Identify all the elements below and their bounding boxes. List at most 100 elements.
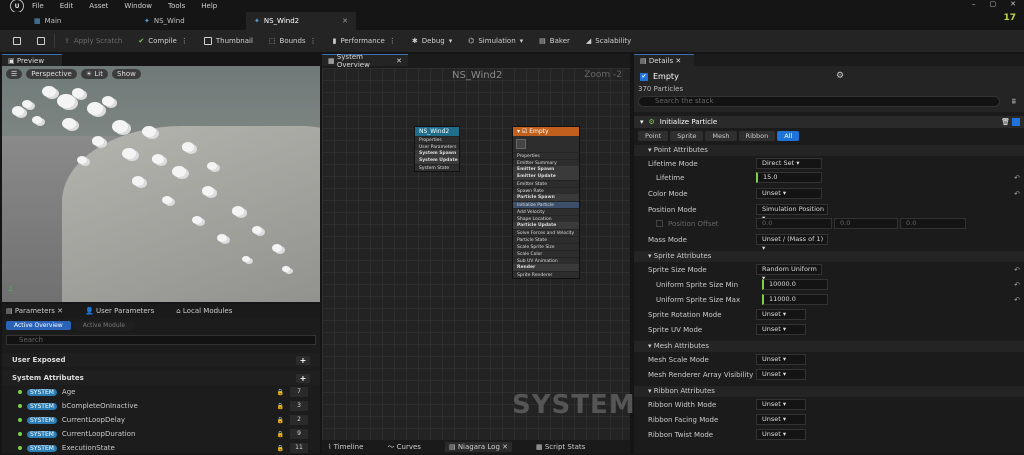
node-row[interactable]: Render <box>513 264 579 271</box>
node-row[interactable]: User Parameters <box>415 143 459 150</box>
preview-viewport[interactable]: ☰ Perspective ☀ Lit Show ⟂ <box>2 66 320 302</box>
table-row[interactable]: SYSTEM bCompleteOnInactive 🔒 3 <box>2 399 320 413</box>
offset-y-input[interactable]: 0.0 <box>834 218 898 229</box>
reset-icon[interactable]: ↶ <box>1014 296 1020 304</box>
position-offset-checkbox[interactable] <box>656 220 663 227</box>
offset-z-input[interactable]: 0.0 <box>900 218 966 229</box>
thumbnail-button[interactable]: Thumbnail <box>197 33 260 49</box>
offset-x-input[interactable]: 0.0 <box>756 218 832 229</box>
table-row[interactable]: SYSTEM ExecutionState 🔒 11 <box>2 441 320 455</box>
mesh-visibility-dropdown[interactable]: Unset ▾ <box>756 369 806 380</box>
initialize-particle-header[interactable]: ▾ ⚙ Initialize Particle 🗑 <box>634 116 1024 128</box>
baker-button[interactable]: ▤ Baker <box>532 33 577 49</box>
position-mode-dropdown[interactable]: Simulation Position ▾ <box>756 204 828 222</box>
ribbon-twist-dropdown[interactable]: Unset ▾ <box>756 429 806 440</box>
apply-scratch-button[interactable]: ⇪ Apply Scratch <box>57 33 129 49</box>
node-row[interactable]: Add Velocity <box>513 208 579 215</box>
parameter-value[interactable]: 3 <box>290 401 308 411</box>
tab-timeline[interactable]: ⌇ Timeline <box>328 443 363 451</box>
tab-parameters[interactable]: ▤ Parameters ✕ <box>6 307 63 315</box>
filter-all[interactable]: All <box>777 131 800 141</box>
color-mode-dropdown[interactable]: Unset ▾ <box>756 188 822 199</box>
node-row[interactable]: Particle State <box>513 236 579 243</box>
system-attributes-section[interactable]: System Attributes + <box>2 371 320 385</box>
ribbon-width-dropdown[interactable]: Unset ▾ <box>756 399 806 410</box>
mesh-attributes-section[interactable]: ▾ Mesh Attributes <box>634 341 1024 352</box>
node-row[interactable]: Emitter Spawn <box>513 166 579 173</box>
reset-icon[interactable]: ↶ <box>1014 266 1020 274</box>
tab-main[interactable]: ▦ Main <box>26 12 136 30</box>
node-row[interactable]: Spawn Rate <box>513 187 579 194</box>
menu-window[interactable]: Window <box>124 2 152 10</box>
node-row[interactable]: Properties <box>513 152 579 159</box>
node-row[interactable]: Particle Spawn <box>513 194 579 201</box>
node-row[interactable]: Emitter Summary <box>513 159 579 166</box>
node-row[interactable]: System Spawn <box>415 150 459 157</box>
maximize-icon[interactable]: ▢ <box>990 0 997 8</box>
system-overview-tab[interactable]: ▦ System Overview ✕ <box>322 53 408 69</box>
more-icon[interactable]: ⋮ <box>310 37 317 45</box>
node-row[interactable]: Initialize Particle <box>513 201 579 208</box>
filter-sprite[interactable]: Sprite <box>670 131 704 141</box>
scalability-button[interactable]: ◢ Scalability <box>579 33 638 49</box>
filter-icon[interactable]: ⩩ <box>1012 97 1016 107</box>
node-row[interactable]: Sub UV Animation <box>513 257 579 264</box>
more-icon[interactable]: ⋮ <box>181 37 188 45</box>
table-row[interactable]: SYSTEM CurrentLoopDelay 🔒 2 <box>2 413 320 427</box>
active-module-button[interactable]: Active Module <box>74 321 134 330</box>
sprite-rotation-dropdown[interactable]: Unset ▾ <box>756 309 806 320</box>
graph-canvas[interactable] <box>322 68 630 440</box>
close-icon[interactable]: ✕ <box>1010 0 1016 8</box>
close-icon[interactable]: ✕ <box>57 307 63 315</box>
ribbon-facing-dropdown[interactable]: Unset ▾ <box>756 414 806 425</box>
filter-point[interactable]: Point <box>638 131 669 141</box>
close-icon[interactable]: ✕ <box>396 57 402 65</box>
tab-user-parameters[interactable]: 👤 User Parameters <box>85 307 154 315</box>
mesh-scale-dropdown[interactable]: Unset ▾ <box>756 354 806 365</box>
sprite-uv-dropdown[interactable]: Unset ▾ <box>756 324 806 335</box>
system-node[interactable]: NS_Wind2 Properties User Parameters System… <box>414 126 460 172</box>
ribbon-attributes-section[interactable]: ▾ Ribbon Attributes <box>634 386 1024 397</box>
more-icon[interactable]: ⋮ <box>389 37 396 45</box>
bounds-button[interactable]: ⬚ Bounds ⋮ <box>262 33 324 49</box>
reset-icon[interactable]: ↶ <box>1014 190 1020 198</box>
node-row[interactable]: System State <box>415 164 459 171</box>
emitter-node[interactable]: ▾ ☑ Empty Properties Emitter Summary Emitt… <box>512 126 580 279</box>
node-row[interactable]: Emitter Update <box>513 173 579 180</box>
tab-script-stats[interactable]: ▦ Script Stats <box>536 443 585 451</box>
active-overview-button[interactable]: Active Overview <box>6 321 71 330</box>
tab-curves[interactable]: 〜 Curves <box>387 442 421 452</box>
size-max-input[interactable]: 11000.0 <box>762 294 828 305</box>
close-tab-icon[interactable]: ✕ <box>342 17 348 25</box>
parameter-value[interactable]: 7 <box>290 387 308 397</box>
node-row[interactable]: Emitter State <box>513 180 579 187</box>
add-parameter-button[interactable]: + <box>296 355 310 365</box>
add-parameter-button[interactable]: + <box>296 373 310 383</box>
parameter-value[interactable]: 2 <box>290 415 308 425</box>
parameters-search-input[interactable]: Search <box>6 335 316 345</box>
viewport-menu-button[interactable]: ☰ <box>6 69 23 79</box>
lifetime-mode-dropdown[interactable]: Direct Set ▾ <box>756 158 822 169</box>
user-exposed-section[interactable]: User Exposed + <box>2 353 320 367</box>
node-row[interactable]: Properties <box>415 136 459 143</box>
module-enabled-checkbox[interactable] <box>1012 118 1020 126</box>
show-button[interactable]: Show <box>111 69 141 79</box>
tab-ns-wind[interactable]: ✦ NS_Wind <box>136 12 246 30</box>
compile-button[interactable]: ✔ Compile ⋮ <box>131 33 195 49</box>
emitter-enabled-checkbox[interactable]: ✔ <box>640 72 648 81</box>
perspective-button[interactable]: Perspective <box>26 69 77 79</box>
node-row[interactable]: Solve Forces and Velocity <box>513 229 579 236</box>
size-min-input[interactable]: 10000.0 <box>762 279 828 290</box>
node-row[interactable]: Sprite Renderer <box>513 271 579 278</box>
tab-local-modules[interactable]: ⌂ Local Modules <box>176 307 232 315</box>
menu-asset[interactable]: Asset <box>89 2 108 10</box>
minimize-icon[interactable]: – <box>972 0 976 8</box>
menu-file[interactable]: File <box>32 2 44 10</box>
mass-mode-dropdown[interactable]: Unset / (Mass of 1) ▾ <box>756 234 828 252</box>
save-button[interactable] <box>6 33 28 49</box>
close-icon[interactable]: ✕ <box>675 57 681 65</box>
lit-button[interactable]: ☀ Lit <box>80 69 108 79</box>
table-row[interactable]: SYSTEM Age 🔒 7 <box>2 385 320 399</box>
menu-help[interactable]: Help <box>201 2 217 10</box>
node-row[interactable]: System Update <box>415 157 459 164</box>
